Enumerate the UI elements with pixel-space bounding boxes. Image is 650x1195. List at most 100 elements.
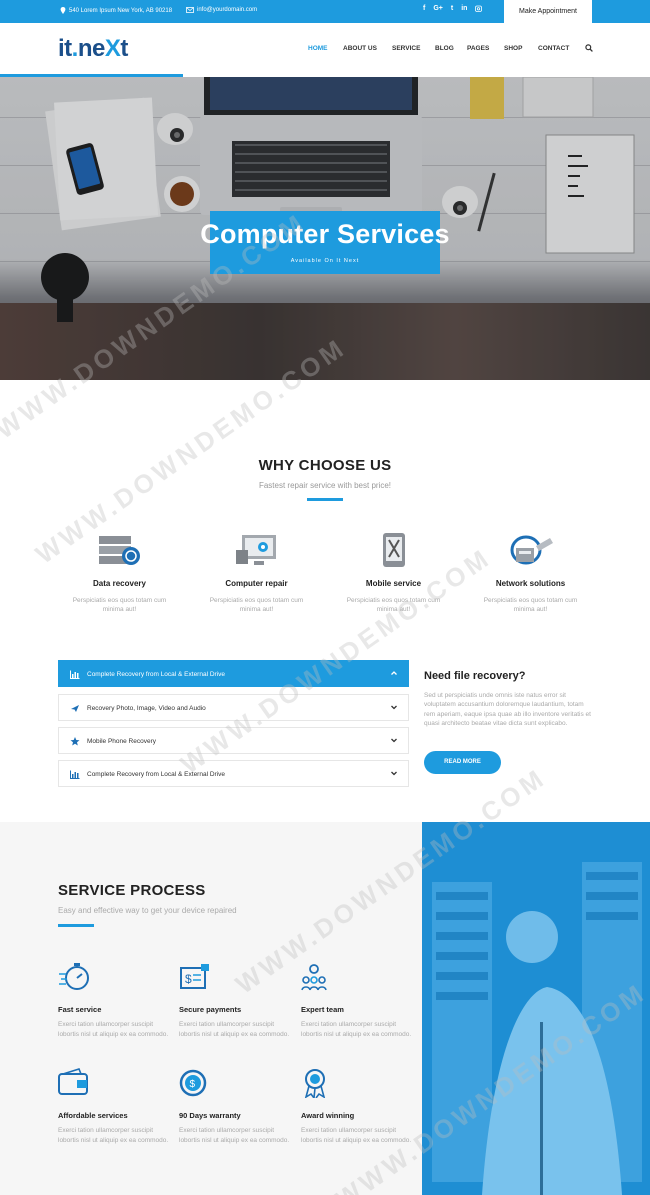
- process-item-affordable-services: Affordable services Exerci tation ullamc…: [58, 1068, 173, 1145]
- secure-payment-icon: $: [180, 964, 209, 989]
- chevron-down-icon: [391, 771, 397, 776]
- search-icon[interactable]: [585, 44, 593, 52]
- feature-title: Network solutions: [495, 579, 566, 588]
- team-icon: [301, 964, 327, 991]
- feature-network-solutions: Network solutions Perspiciatis eos quos …: [462, 530, 599, 614]
- feature-title: Data recovery: [93, 579, 146, 588]
- process-title: Expert team: [301, 1005, 344, 1014]
- process-item-secure-payments: $ Secure payments Exerci tation ullamcor…: [179, 962, 294, 1039]
- main-nav: HOME ABOUT US SERVICE BLOG PAGES SHOP CO…: [308, 45, 578, 52]
- accordion-label: Recovery Photo, Image, Video and Audio: [87, 705, 206, 712]
- svg-text:$: $: [190, 1079, 196, 1090]
- location-icon: [60, 7, 66, 14]
- logo-t: t: [120, 35, 128, 62]
- mail-icon: [186, 7, 194, 13]
- facebook-icon[interactable]: f: [423, 5, 425, 14]
- logo-x: X: [104, 35, 121, 62]
- process-text: Exerci tation ullamcorper suscipit lobor…: [301, 1021, 412, 1038]
- accordion-label: Mobile Phone Recovery: [87, 738, 157, 745]
- linkedin-icon[interactable]: in: [461, 5, 467, 14]
- process-item-90-days-warranty: $ 90 Days warranty Exerci tation ullamco…: [179, 1068, 294, 1145]
- chevron-down-icon: [391, 705, 397, 710]
- chevron-up-icon: [391, 671, 397, 675]
- process-text: Exerci tation ullamcorper suscipit lobor…: [179, 1021, 290, 1038]
- technician-photo: [422, 822, 650, 1195]
- logo[interactable]: it.neXt: [58, 35, 128, 63]
- title-underline: [307, 498, 343, 501]
- process-title: Award winning: [301, 1111, 355, 1120]
- feature-text: Perspiciatis eos quos totam cum minima a…: [72, 597, 167, 613]
- feature-text: Perspiciatis eos quos totam cum minima a…: [209, 597, 304, 613]
- accordion-item-drive-recovery-2[interactable]: Complete Recovery from Local & External …: [58, 760, 409, 787]
- feature-data-recovery: Data recovery Perspiciatis eos quos tota…: [51, 530, 188, 614]
- wallet-icon: [58, 1068, 88, 1095]
- title-underline: [58, 924, 94, 927]
- chevron-down-icon: [391, 738, 397, 743]
- hero-title: Computer Services: [200, 219, 450, 249]
- star-icon: [70, 737, 80, 746]
- logo-it: it: [58, 35, 72, 62]
- recovery-title: Need file recovery?: [424, 670, 526, 682]
- award-icon: [304, 1069, 326, 1101]
- service-process-subtitle: Easy and effective way to get your devic…: [58, 906, 237, 915]
- svg-text:$: $: [185, 972, 192, 986]
- make-appointment-button[interactable]: Make Appointment: [504, 0, 592, 23]
- nav-pages[interactable]: PAGES: [467, 45, 504, 52]
- process-title: Fast service: [58, 1005, 102, 1014]
- process-item-fast-service: Fast service Exerci tation ullamcorper s…: [58, 962, 173, 1039]
- google-plus-icon[interactable]: G+: [433, 5, 443, 14]
- accordion-item-mobile-recovery[interactable]: Mobile Phone Recovery: [58, 727, 409, 754]
- process-text: Exerci tation ullamcorper suscipit lobor…: [301, 1127, 412, 1144]
- read-more-button[interactable]: READ MORE: [424, 751, 501, 774]
- feature-computer-repair: Computer repair Perspiciatis eos quos to…: [188, 530, 325, 614]
- process-title: Secure payments: [179, 1005, 242, 1014]
- phone-tools-icon: [382, 533, 405, 567]
- process-text: Exerci tation ullamcorper suscipit lobor…: [179, 1127, 290, 1144]
- stopwatch-icon: [59, 963, 89, 990]
- nav-shop[interactable]: SHOP: [504, 45, 538, 52]
- twitter-icon[interactable]: t: [451, 5, 453, 14]
- why-choose-us-title: WHY CHOOSE US: [258, 457, 392, 474]
- nav-home[interactable]: HOME: [308, 45, 343, 52]
- feature-text: Perspiciatis eos quos totam cum minima a…: [346, 597, 441, 613]
- accordion-item-drive-recovery[interactable]: Complete Recovery from Local & External …: [58, 660, 409, 687]
- accordion-label: Complete Recovery from Local & External …: [87, 671, 225, 678]
- nav-about-us[interactable]: ABOUT US: [343, 45, 392, 52]
- service-process-title: SERVICE PROCESS: [58, 882, 206, 899]
- network-cable-icon: [510, 535, 553, 565]
- plane-icon: [71, 705, 79, 712]
- process-item-award-winning: Award winning Exerci tation ullamcorper …: [301, 1068, 416, 1145]
- logo-ne: ne: [77, 35, 106, 62]
- email[interactable]: info@yourdomain.com: [186, 7, 257, 13]
- process-text: Exerci tation ullamcorper suscipit lobor…: [58, 1127, 169, 1144]
- page: 540 Lorem Ipsum New York, AB 90218 info@…: [0, 0, 650, 1195]
- server-room-image: [422, 822, 650, 1195]
- feature-mobile-service: Mobile service Perspiciatis eos quos tot…: [325, 530, 462, 614]
- nav-blog[interactable]: BLOG: [435, 45, 467, 52]
- top-bar: 540 Lorem Ipsum New York, AB 90218 info@…: [0, 0, 650, 23]
- process-title: Affordable services: [58, 1111, 128, 1120]
- process-title: 90 Days warranty: [179, 1111, 241, 1120]
- social-links: f G+ t in: [423, 5, 483, 14]
- process-item-expert-team: Expert team Exerci tation ullamcorper su…: [301, 962, 416, 1039]
- nav-contact[interactable]: CONTACT: [538, 45, 578, 52]
- server-icon: [98, 536, 140, 565]
- process-text: Exerci tation ullamcorper suscipit lobor…: [58, 1021, 169, 1038]
- address: 540 Lorem Ipsum New York, AB 90218: [60, 7, 172, 14]
- feature-title: Mobile service: [365, 579, 422, 588]
- chart-icon: [70, 770, 80, 779]
- instagram-icon[interactable]: [475, 5, 483, 14]
- email-text: info@yourdomain.com: [197, 7, 258, 13]
- accordion-item-photo-recovery[interactable]: Recovery Photo, Image, Video and Audio: [58, 694, 409, 721]
- why-choose-us-subtitle: Fastest repair service with best price!: [258, 481, 392, 490]
- accordion-label: Complete Recovery from Local & External …: [87, 771, 225, 778]
- feature-text: Perspiciatis eos quos totam cum minima a…: [483, 597, 578, 613]
- hero-subtitle: Available On It Next: [290, 258, 360, 264]
- header: it.neXt HOME ABOUT US SERVICE BLOG PAGES…: [0, 23, 650, 75]
- feature-title: Computer repair: [225, 579, 288, 588]
- warranty-icon: $: [179, 1069, 207, 1097]
- address-text: 540 Lorem Ipsum New York, AB 90218: [69, 7, 173, 14]
- recovery-text: Sed ut perspiciatis unde omnis iste natu…: [424, 692, 591, 728]
- hero-banner: Computer Services Available On It Next: [0, 77, 650, 380]
- nav-service[interactable]: SERVICE: [392, 45, 435, 52]
